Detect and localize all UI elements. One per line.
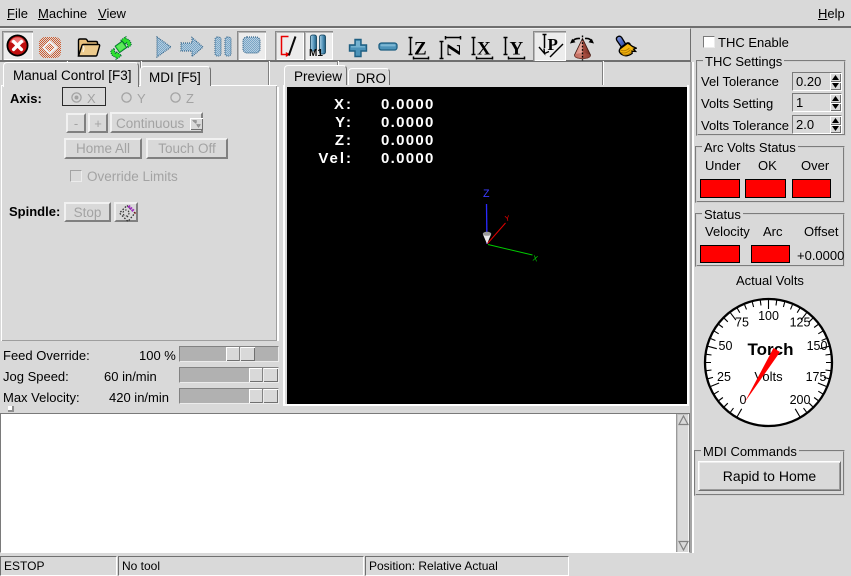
svg-text:125: 125: [790, 316, 811, 330]
svg-text:75: 75: [735, 316, 749, 330]
svg-text:P: P: [548, 35, 558, 54]
svg-text:50: 50: [719, 339, 733, 353]
svg-text:Z: Z: [483, 189, 490, 201]
svg-text:0: 0: [740, 393, 747, 407]
svg-text:Z: Z: [414, 39, 427, 60]
svg-text:100: 100: [758, 309, 779, 323]
svg-text:200: 200: [790, 393, 811, 407]
svg-text:25: 25: [717, 370, 731, 384]
svg-text:Z: Z: [443, 44, 464, 57]
svg-text:X: X: [532, 255, 539, 265]
svg-text:Y: Y: [504, 214, 511, 224]
svg-text:175: 175: [806, 370, 827, 384]
svg-text:M1: M1: [309, 48, 323, 57]
svg-text:X: X: [477, 39, 491, 60]
svg-text:Y: Y: [510, 39, 524, 60]
svg-text:150: 150: [807, 339, 828, 353]
